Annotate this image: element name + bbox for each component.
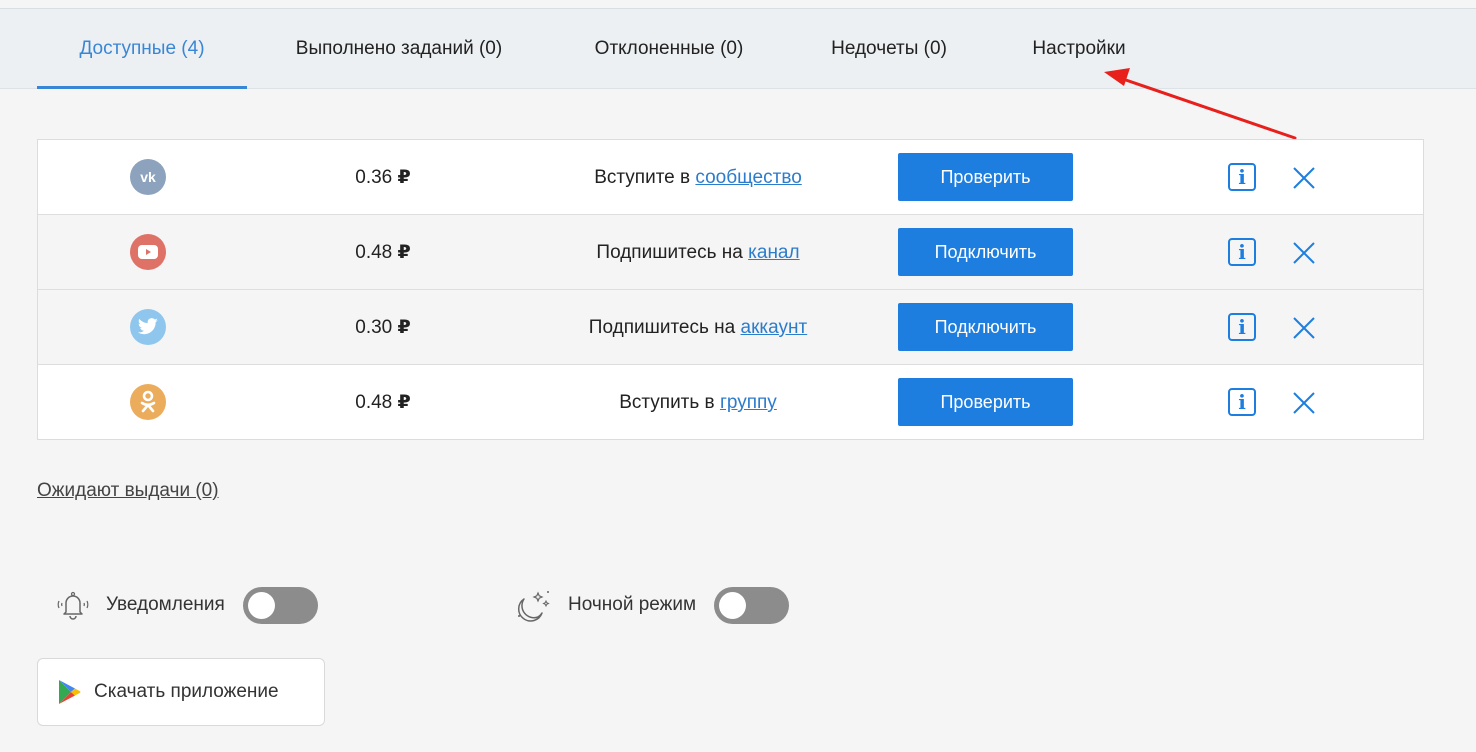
task-link[interactable]: сообщество <box>695 167 801 188</box>
tab-rejected[interactable]: Отклоненные (0) <box>572 9 766 88</box>
connect-button[interactable]: Подключить <box>898 303 1073 351</box>
notifications-toggle[interactable] <box>242 586 318 624</box>
tab-available[interactable]: Доступные (4) <box>37 9 247 89</box>
connect-button[interactable]: Подключить <box>898 228 1073 276</box>
annotation-arrow <box>1104 68 1297 140</box>
twitter-icon <box>130 309 166 345</box>
notifications-setting: Уведомления <box>54 586 318 624</box>
check-button[interactable]: Проверить <box>898 378 1073 426</box>
task-list: vk 0.36 ₽ Вступите в сообщество Проверит… <box>37 139 1424 440</box>
task-price: 0.36 ₽ <box>355 167 411 188</box>
task-description: Подпишитесь на аккаунт <box>588 317 808 338</box>
toggle-knob <box>247 591 275 619</box>
task-link[interactable]: аккаунт <box>741 317 808 338</box>
task-link[interactable]: канал <box>748 242 799 263</box>
vk-icon: vk <box>130 159 166 195</box>
tab-defects[interactable]: Недочеты (0) <box>812 9 966 88</box>
info-icon[interactable]: i <box>1228 238 1256 266</box>
moon-stars-icon <box>517 591 550 622</box>
close-icon[interactable] <box>1292 241 1316 265</box>
close-icon[interactable] <box>1292 166 1316 190</box>
info-icon[interactable]: i <box>1228 313 1256 341</box>
toggle-knob <box>719 591 747 619</box>
task-row: 0.30 ₽ Подпишитесь на аккаунт Подключить… <box>38 289 1423 364</box>
task-row: 0.48 ₽ Подпишитесь на канал Подключить i <box>38 214 1423 289</box>
tab-completed[interactable]: Выполнено заданий (0) <box>270 9 528 88</box>
task-link[interactable]: группу <box>720 392 777 413</box>
download-app-label: Скачать приложение <box>94 681 279 702</box>
night-mode-setting: Ночной режим <box>514 586 790 624</box>
night-mode-label: Ночной режим <box>568 594 697 615</box>
check-button[interactable]: Проверить <box>898 153 1073 201</box>
task-price: 0.48 ₽ <box>355 242 411 263</box>
task-price: 0.48 ₽ <box>355 392 411 413</box>
task-row: vk 0.36 ₽ Вступите в сообщество Проверит… <box>38 140 1423 214</box>
pending-link[interactable]: Ожидают выдачи (0) <box>37 480 219 502</box>
bell-icon <box>57 591 89 620</box>
close-icon[interactable] <box>1292 391 1316 415</box>
task-description: Подпишитесь на канал <box>596 242 800 263</box>
download-app-button[interactable]: Скачать приложение <box>37 658 325 726</box>
task-description: Вступить в группу <box>619 392 777 413</box>
info-icon[interactable]: i <box>1228 163 1256 191</box>
svg-text:vk: vk <box>140 170 156 184</box>
task-row: 0.48 ₽ Вступить в группу Проверить i <box>38 364 1423 439</box>
odnoklassniki-icon <box>130 384 166 420</box>
task-description: Вступите в сообщество <box>594 167 802 188</box>
notifications-label: Уведомления <box>106 594 225 615</box>
google-play-icon <box>59 680 81 704</box>
night-mode-toggle[interactable] <box>714 586 790 624</box>
youtube-icon <box>130 234 166 270</box>
close-icon[interactable] <box>1292 316 1316 340</box>
task-price: 0.30 ₽ <box>355 317 411 338</box>
info-icon[interactable]: i <box>1228 388 1256 416</box>
